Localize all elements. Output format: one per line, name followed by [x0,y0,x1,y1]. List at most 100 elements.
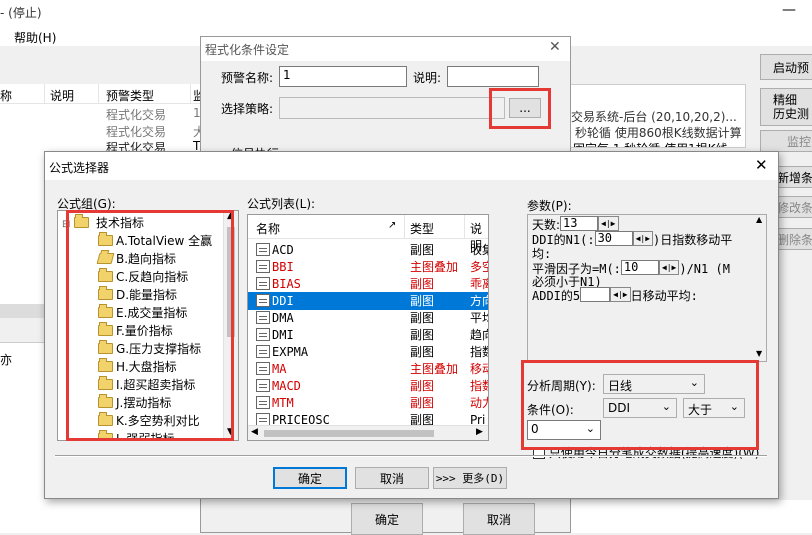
today-only-checkbox[interactable] [533,447,545,459]
main-title: - (停止) [0,6,42,20]
tree-item[interactable]: D.能量指标 [98,286,177,304]
scroll-right-icon[interactable]: ▶ [476,427,483,437]
param-days-spinner[interactable]: ◀|▶ [598,216,619,231]
desc-input[interactable] [447,66,539,87]
list-hscrollbar[interactable]: ◀ ▶ [248,425,488,440]
formula-type: 副图 [410,311,435,325]
strategy-label: 选择策略: [221,102,274,116]
tree-item[interactable]: K.多空势利对比 [98,412,200,430]
tree-item[interactable]: E.成交量指标 [98,304,187,322]
tree-item-label: A.TotalView 全赢 [116,234,213,248]
tree-item[interactable]: G.压力支撑指标 [98,340,201,358]
close-icon[interactable]: ✕ [755,156,768,174]
list-item[interactable]: DMA 副图 平均 [248,309,488,327]
tree-item[interactable]: B.趋向指标 [96,250,177,268]
condition-select[interactable]: DDI ⌄ [603,398,677,418]
tree-item[interactable]: H.大盘指标 [98,358,177,376]
table-row[interactable]: 程式化交易 大 [0,123,205,139]
formula-name: DDI [272,294,294,308]
param-m-input[interactable]: 10 [620,260,659,275]
formula-group-tree: ⊟ 技术指标 A.TotalView 全赢 B.趋向指标 C.反趋向指标 D.能… [57,210,239,441]
param-addi-spinner[interactable]: ◀|▶ [610,287,631,302]
more-button[interactable]: >>> 更多(D) [433,467,507,489]
param-n1-input[interactable]: 30 [594,231,633,246]
hscroll-thumb[interactable] [264,430,434,437]
tree-item[interactable]: J.摆动指标 [98,394,171,412]
formula-ok-button[interactable]: 确定 [273,467,347,489]
tree-item[interactable]: F.量价指标 [98,322,173,340]
period-select[interactable]: 日线 ⌄ [603,374,705,394]
list-item[interactable]: MTM 副图 动力 [248,394,488,412]
strategy-input[interactable] [279,97,505,119]
sort-icon: ↗ [388,220,397,231]
folder-open-icon [96,253,115,264]
threshold-select[interactable]: 0 ⌄ [527,420,601,440]
param-n1-spinner[interactable]: ◀|▶ [632,231,654,246]
alert-name-label: 预警名称: [221,71,274,85]
formula-icon [256,379,270,392]
browse-strategy-button[interactable]: ... [509,98,541,118]
today-only-label: 只使用今日分笔成交数据(提高速度)(W) [548,446,760,460]
alert-name-input[interactable]: 1 [279,66,407,87]
start-alert-button[interactable]: 启动预 [760,54,812,80]
close-icon[interactable]: ✕ [549,39,561,55]
formula-selector-dialog: 公式选择器 ✕ 公式组(G): ⊟ 技术指标 A.TotalView 全赢 B.… [44,151,779,499]
param-m-spinner[interactable]: ◀|▶ [658,260,680,275]
monitor-button[interactable]: 监控 [760,130,812,152]
list-item[interactable]: ACD 副图 收集 [248,241,488,259]
tree-item[interactable]: C.反趋向指标 [98,268,188,286]
param-days-input[interactable]: 13 [560,216,599,231]
tree-item[interactable]: L.强弱指标 [98,430,175,440]
scroll-left-icon[interactable]: ◀ [251,427,258,437]
param-addi-input[interactable] [580,287,611,302]
formula-desc: 多空 [470,260,488,274]
minimize-icon[interactable]: — [782,2,796,18]
table-row[interactable]: 程式化交易 1 [0,106,201,122]
list-header-row: 名称 ↗ 类型 说明 [248,215,488,253]
params-scrollbar[interactable]: ▲ ▼ [753,215,766,361]
history-test-button[interactable]: 精细 历史测 [760,88,812,126]
formula-desc: 乖离 [470,277,488,291]
menu-help[interactable]: 帮助(H) [14,29,56,46]
formula-desc: 收集 [470,243,488,257]
tree-item[interactable]: I.超买超卖指标 [98,376,195,394]
today-only-checkbox-row[interactable]: 只使用今日分笔成交数据(提高速度)(W) [533,444,759,461]
list-item[interactable]: DDI 副图 方向 [248,292,488,310]
scroll-down-icon[interactable]: ▼ [756,349,762,358]
list-item[interactable]: DMI 副图 趋向 [248,326,488,344]
list-item[interactable]: BBI 主图叠加多空 [248,258,488,276]
tree-item-label: D.能量指标 [116,288,178,302]
tree-scrollbar[interactable]: ▲ ▼ [223,211,238,440]
chevron-down-icon: ⌄ [585,422,595,435]
scroll-thumb[interactable] [227,227,235,337]
col-divider [190,84,191,104]
list-col-type[interactable]: 类型 [410,220,434,237]
list-col-name[interactable]: 名称 [256,220,280,237]
scroll-up-icon[interactable]: ▲ [756,215,762,224]
folder-icon [98,322,113,336]
list-item[interactable]: BIAS 副图 乖离 [248,275,488,293]
list-item[interactable]: EXPMA 副图 指数 [248,343,488,361]
format-cancel-button[interactable]: 取消 [463,503,535,535]
list-item[interactable]: MACD 副图 指数 [248,377,488,395]
format-ok-button[interactable]: 确定 [351,503,423,535]
formula-cancel-button[interactable]: 取消 [355,467,429,489]
formula-name: ACD [272,243,294,257]
scroll-up-icon[interactable]: ▲ [227,211,234,221]
info-line: 固定每 1 秒轮循 使用1根K线... [573,140,739,147]
col-desc[interactable]: 说明 [50,87,74,104]
operator-select[interactable]: 大于 ⌄ [683,398,745,418]
tree-item-label: F.量价指标 [116,324,173,338]
col-name[interactable]: 称 [0,87,12,104]
list-item[interactable]: MA 主图叠加移动 [248,360,488,378]
tree-item-label: B.趋向指标 [116,252,177,266]
tree-item[interactable]: A.TotalView 全赢 [98,232,212,250]
scroll-down-icon[interactable]: ▼ [227,427,234,437]
formula-desc: 移动 [470,362,488,376]
condition-value: DDI [608,401,631,415]
col-type[interactable]: 预警类型 [106,87,154,104]
tree-root[interactable]: ⊟ 技术指标 [62,214,144,232]
threshold-value: 0 [531,422,539,436]
period-label: 分析周期(Y): [527,379,596,393]
formula-icon [256,243,270,256]
